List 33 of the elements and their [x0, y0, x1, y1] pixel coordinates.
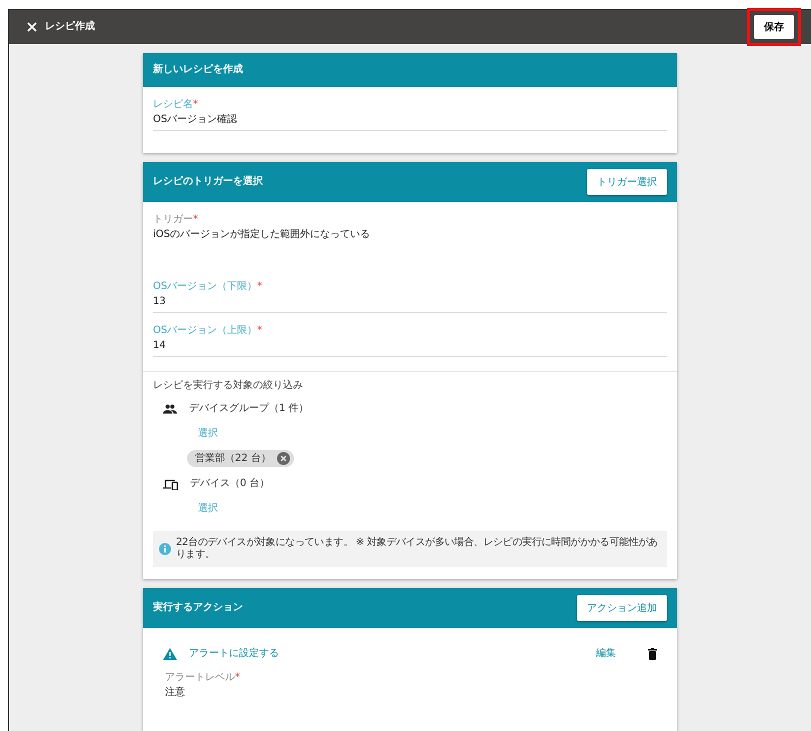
target-label: デバイス（0 台）: [190, 478, 270, 490]
select-link[interactable]: 選択: [198, 428, 218, 440]
warning-icon: [163, 648, 177, 660]
field-label: OSバージョン（上限）*: [153, 325, 264, 337]
card-title: 実行するアクション: [153, 602, 243, 614]
devices-icon: [163, 478, 178, 490]
field-value[interactable]: 14: [153, 340, 667, 352]
close-icon[interactable]: [27, 22, 37, 32]
chip-label: 営業部（22 台）: [195, 452, 271, 464]
action-title: アラートに設定する: [189, 648, 280, 660]
select-link[interactable]: 選択: [198, 503, 218, 515]
field-value: 注意: [165, 687, 186, 699]
field-label: OSバージョン（下限）*: [153, 281, 264, 293]
page-title: レシピ作成: [45, 21, 96, 33]
notice-text: 22台のデバイスが対象になっています。 ※ 対象デバイスが多い場合、レシピの実行に時間がかかる可能性があります。: [176, 537, 659, 561]
field-label: トリガー*: [153, 214, 199, 226]
section-title: レシピを実行する対象の絞り込み: [153, 380, 304, 392]
card-title: レシピのトリガーを選択: [153, 176, 263, 188]
edit-link[interactable]: 編集: [596, 648, 616, 660]
field-label: アラートレベル*: [165, 672, 241, 684]
field-value[interactable]: 13: [153, 296, 667, 308]
card-title: 新しいレシピを作成: [153, 64, 243, 76]
remove-icon[interactable]: [276, 452, 290, 465]
info-icon: [159, 543, 171, 555]
trash-icon[interactable]: [648, 648, 657, 660]
field-value: iOSのバージョンが指定した範囲外になっている: [153, 229, 371, 241]
target-label: デバイスグループ（1 件）: [189, 403, 309, 415]
select-trigger-button[interactable]: トリガー選択: [587, 169, 667, 195]
add-action-button[interactable]: アクション追加: [577, 595, 667, 621]
field-value[interactable]: OSバージョン確認: [153, 114, 667, 126]
people-icon: [163, 404, 177, 414]
field-label: レシピ名*: [153, 99, 199, 111]
save-button[interactable]: 保存: [754, 15, 794, 39]
